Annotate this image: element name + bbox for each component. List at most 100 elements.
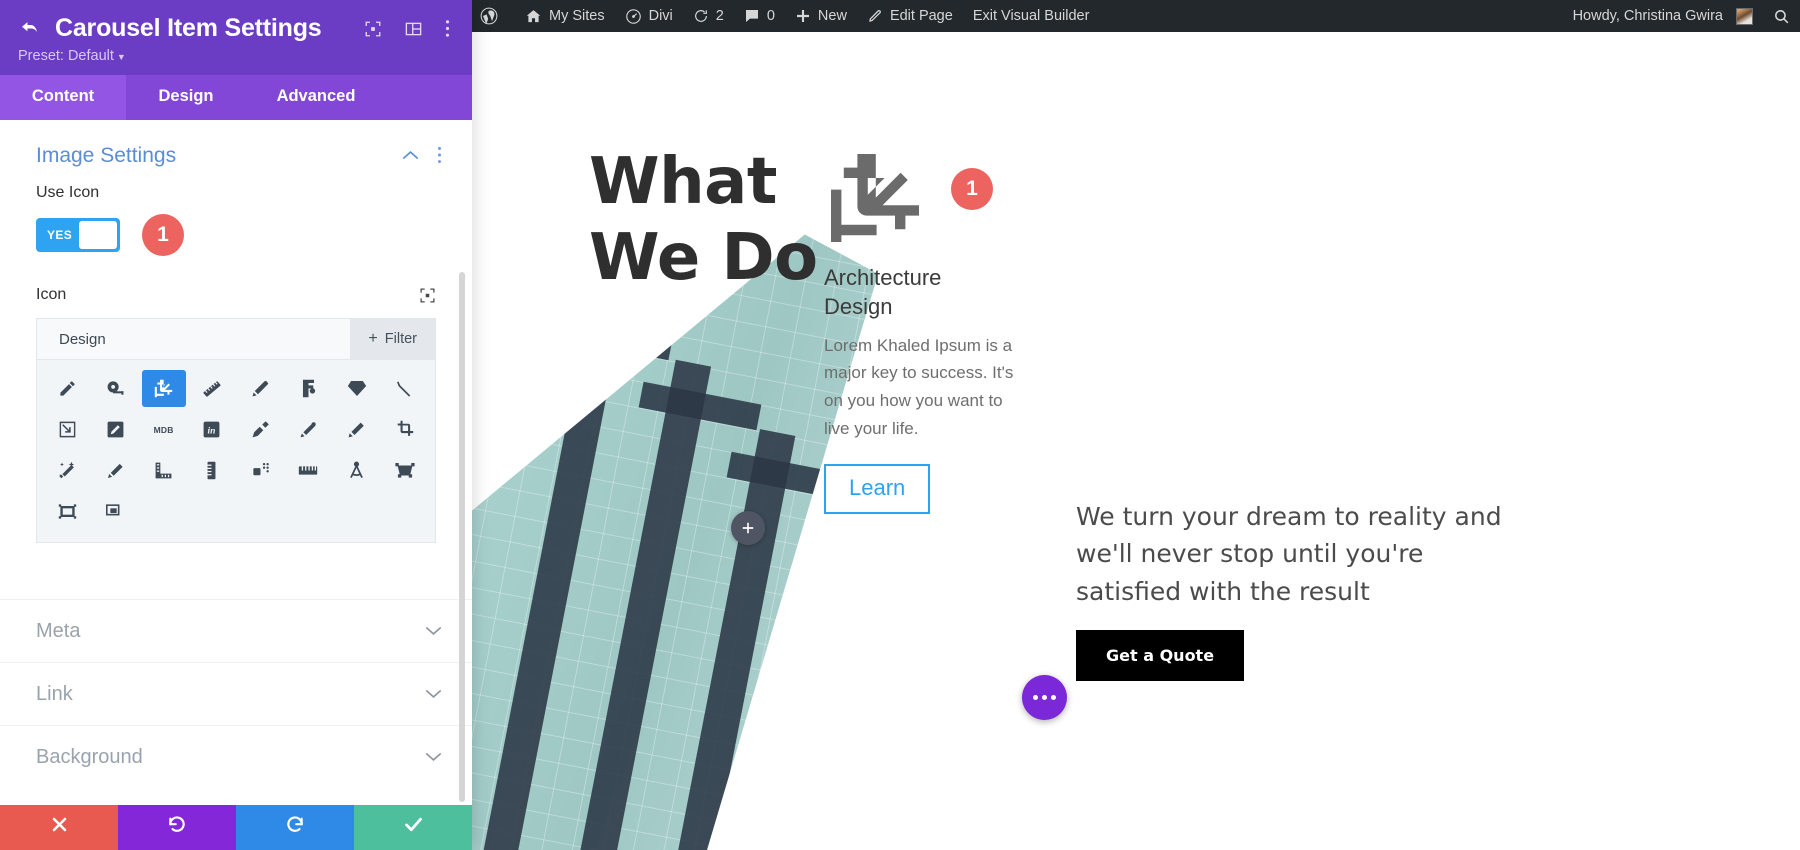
icon-option-pencil-icon[interactable] <box>45 370 89 407</box>
wp-admin-bar-item-my-sites[interactable]: My Sites <box>515 0 615 32</box>
wp-admin-bar-label: Divi <box>648 8 673 24</box>
pen-nib-icon <box>299 420 318 439</box>
sidebar-scrollbar[interactable] <box>459 272 465 802</box>
preset-selector[interactable]: Preset: Default ▼ <box>18 48 126 64</box>
sidebar-footer-actions <box>0 805 472 850</box>
blurb-module[interactable]: Architecture Design Lorem Khaled Ipsum i… <box>824 150 1024 515</box>
wp-admin-bar-item-wordpress[interactable] <box>472 0 515 32</box>
marker-icon <box>251 379 270 398</box>
blurb-body: Lorem Khaled Ipsum is a major key to suc… <box>824 335 1014 438</box>
wp-admin-bar-label: Edit Page <box>889 8 953 24</box>
icon-option-ruler-icon[interactable] <box>190 370 234 407</box>
check-icon <box>403 814 424 841</box>
redo-button[interactable] <box>236 805 354 850</box>
updates-icon <box>693 8 709 24</box>
icon-option-pen-square-icon[interactable] <box>93 411 137 448</box>
fullscreen-icon[interactable] <box>419 287 436 304</box>
icon-option-ruler-horizontal-icon[interactable] <box>286 452 330 489</box>
tab-design[interactable]: Design <box>126 75 246 120</box>
icon-option-figma-icon[interactable] <box>286 370 330 407</box>
wp-admin-bar-item-divi[interactable]: Divi <box>615 0 683 32</box>
icon-grid: MDB in <box>37 360 435 542</box>
icon-option-crop-icon[interactable] <box>383 411 427 448</box>
sidebar-header-icons <box>364 19 454 38</box>
icon-filter-button[interactable]: + Filter <box>350 319 435 359</box>
icon-option-ruler-vertical-icon[interactable] <box>190 452 234 489</box>
icon-option-crop-alt-icon[interactable] <box>141 370 186 407</box>
kebab-menu-icon[interactable] <box>437 146 442 167</box>
back-arrow-icon[interactable] <box>18 18 41 41</box>
icon-option-pen-nib-icon[interactable] <box>286 411 330 448</box>
accordion-label: Meta <box>36 619 81 642</box>
icon-option-sketch-diamond-icon[interactable] <box>335 370 379 407</box>
icon-option-pen-thin-icon[interactable] <box>383 370 427 407</box>
undo-button[interactable] <box>118 805 236 850</box>
chevron-down-icon <box>425 623 442 640</box>
accordion-link[interactable]: Link <box>0 662 472 725</box>
wp-admin-bar-item-exit-visual-builder[interactable]: Exit Visual Builder <box>963 0 1100 32</box>
my-sites-icon <box>525 8 542 25</box>
icon-filter-label: Filter <box>384 331 417 347</box>
use-icon-toggle[interactable]: YES <box>36 218 120 252</box>
wp-admin-bar-item-edit-page[interactable]: Edit Page <box>857 0 963 32</box>
icon-option-bezier-icon[interactable] <box>383 452 427 489</box>
wp-admin-bar-item-updates[interactable]: 2 <box>683 0 734 32</box>
section-title: Image Settings <box>36 144 177 167</box>
icon-option-magic-wand-icon[interactable] <box>45 452 89 489</box>
divi-gauge-icon <box>625 8 642 25</box>
arrow-corner-icon <box>58 420 77 439</box>
icon-option-marker-icon[interactable] <box>238 370 282 407</box>
wp-admin-bar-account[interactable]: Howdy, Christina Gwira <box>1563 0 1763 32</box>
annotation-badge-1: 1 <box>142 214 184 256</box>
wp-admin-bar-item-new[interactable]: New <box>785 0 857 32</box>
blurb-title-line-1: Architecture <box>824 265 942 290</box>
icon-option-vector-square-icon[interactable] <box>238 452 282 489</box>
icon-option-invision-icon[interactable]: in <box>190 411 234 448</box>
chevron-up-icon[interactable] <box>402 148 419 165</box>
plus-icon: + <box>368 330 378 347</box>
toggle-knob <box>79 221 117 249</box>
kebab-menu-icon[interactable] <box>445 19 450 38</box>
fullscreen-icon[interactable] <box>364 20 382 38</box>
add-module-button[interactable] <box>731 511 765 545</box>
icon-option-object-ungroup-icon[interactable] <box>93 493 137 530</box>
accordion-meta[interactable]: Meta <box>0 599 472 662</box>
drafting-compass-icon <box>347 461 366 480</box>
icon-option-ruler-combined-icon[interactable] <box>142 452 186 489</box>
wp-admin-bar-search[interactable] <box>1763 0 1800 32</box>
pencil-ruler-icon <box>106 461 125 480</box>
page-settings-fab[interactable] <box>1022 675 1067 720</box>
learn-button[interactable]: Learn <box>824 464 931 515</box>
figma-icon <box>300 379 317 398</box>
icon-option-mdb-icon[interactable]: MDB <box>142 411 186 448</box>
icon-option-arrow-corner-icon[interactable] <box>45 411 89 448</box>
icon-option-pencil-ruler-icon[interactable] <box>93 452 137 489</box>
svg-text:in: in <box>208 426 216 436</box>
use-icon-field: Use Icon YES 1 <box>0 184 472 256</box>
howdy-label: Howdy, Christina Gwira <box>1572 8 1723 24</box>
plus-icon <box>795 8 811 24</box>
get-a-quote-button[interactable]: Get a Quote <box>1076 630 1245 681</box>
accordion-background[interactable]: Background <box>0 725 472 788</box>
tape-measure-icon <box>106 379 125 398</box>
layout-columns-icon[interactable] <box>404 20 423 38</box>
blurb-title-line-2: Design <box>824 294 893 320</box>
icon-category-label: Design <box>59 330 106 348</box>
sidebar-scroll-area: Image Settings Use Icon YES 1 Icon Desig… <box>0 120 472 850</box>
tab-content[interactable]: Content <box>0 75 126 120</box>
icon-option-drafting-compass-icon[interactable] <box>335 452 379 489</box>
wp-admin-bar-item-comments[interactable]: 0 <box>734 0 785 32</box>
icon-field-header: Icon <box>0 256 472 314</box>
icon-option-object-group-icon[interactable] <box>45 493 89 530</box>
tab-advanced[interactable]: Advanced <box>246 75 386 120</box>
icon-option-pencil-alt-icon[interactable] <box>335 411 379 448</box>
icon-option-tape-measure-icon[interactable] <box>93 370 137 407</box>
wp-admin-bar: My Sites Divi 2 0 New Edit Page Exit Vis… <box>472 0 1800 32</box>
image-settings-section-header[interactable]: Image Settings <box>0 120 472 184</box>
sidebar-header: Carousel Item Settings Preset: Default ▼ <box>0 0 472 75</box>
fountain-pen-icon <box>251 420 270 439</box>
cancel-button[interactable] <box>0 805 118 850</box>
icon-option-fountain-pen-icon[interactable] <box>238 411 282 448</box>
save-button[interactable] <box>354 805 472 850</box>
toggle-value-label: YES <box>47 228 73 242</box>
